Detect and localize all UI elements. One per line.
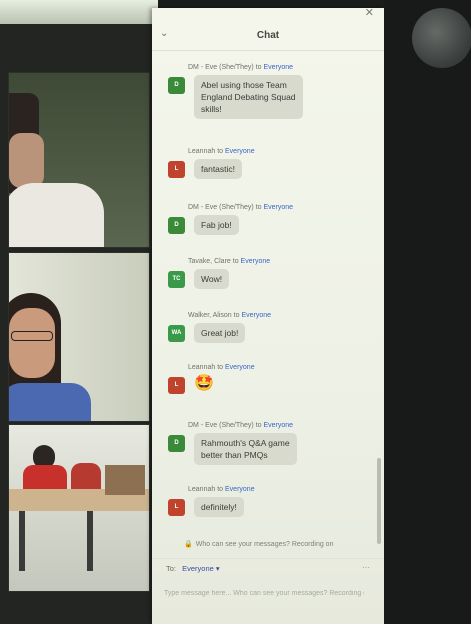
avatar: L [168, 499, 185, 516]
to-word: to [217, 364, 224, 371]
privacy-note-text: Who can see your messages? Recording on [195, 541, 334, 548]
chat-message: DM - Eve (She/They) to Everyone D Abel usi… [160, 64, 360, 119]
privacy-note[interactable]: 🔒 Who can see your messages? Recording on [184, 540, 333, 548]
recipient-name: Everyone [240, 258, 271, 265]
recipient-row: To: Everyone ▾ [166, 564, 220, 573]
sender-name: Walker, Alison [188, 312, 232, 319]
avatar: D [168, 217, 185, 234]
message-text: Wow! [201, 274, 223, 284]
message-bubble[interactable]: definitely! [194, 497, 244, 517]
chat-message: Leannah to Everyone Lfantastic! [160, 148, 360, 179]
sender-name: DM - Eve (She/They) [188, 204, 254, 211]
avatar: D [168, 435, 185, 452]
to-word: to [255, 64, 262, 71]
message-text: Fab job! [201, 220, 232, 230]
message-meta: DM - Eve (She/They) to Everyone [188, 204, 360, 211]
recipient-name: Everyone [225, 148, 255, 155]
message-meta: Tavake, Clare to Everyone [188, 258, 360, 265]
chat-message: DM - Eve (She/They) to Everyone D Fab job! [160, 204, 360, 235]
message-text: definitely! [201, 502, 237, 512]
chat-message: Tavake, Clare to Everyone TC Wow! [160, 258, 360, 289]
scrollbar[interactable] [377, 458, 381, 544]
to-word: to [233, 312, 240, 319]
message-text: fantastic! [201, 164, 236, 174]
chat-header: ⌄ Chat ✕ [152, 6, 384, 51]
message-meta: Leannah to Everyone [188, 486, 360, 493]
message-bubble[interactable]: fantastic! [194, 159, 243, 179]
sender-name: DM - Eve (She/They) [188, 422, 254, 429]
chat-panel: ⌄ Chat ✕ DM - Eve (She/They) to Everyone… [152, 6, 384, 624]
to-word: to [232, 258, 239, 265]
divider [152, 558, 384, 559]
recipient-name: Everyone [225, 486, 255, 493]
video-tile-participant-2[interactable] [8, 252, 150, 422]
video-tile-classroom[interactable] [8, 424, 150, 592]
message-bubble[interactable]: Wow! [194, 269, 230, 289]
recipient-name: Everyone [241, 312, 272, 319]
avatar: D [168, 77, 185, 94]
message-text: better than PMQs [201, 450, 268, 460]
avatar: TC [168, 271, 185, 288]
to-word: to [255, 422, 262, 429]
message-meta: Leannah to Everyone [188, 148, 360, 155]
message-bubble[interactable]: Rahmouth's Q&A game better than PMQs [194, 433, 297, 465]
message-meta: Leannah to Everyone [188, 364, 360, 371]
message-bubble[interactable]: Great job! [194, 323, 246, 343]
message-meta: DM - Eve (She/They) to Everyone [188, 64, 360, 71]
avatar: L [168, 377, 185, 394]
globe-icon [412, 8, 471, 68]
close-icon[interactable]: ✕ [365, 6, 374, 19]
video-gallery [0, 0, 158, 624]
message-text: Great job! [201, 328, 239, 338]
message-input[interactable] [164, 578, 364, 608]
lock-icon: 🔒 [184, 541, 193, 548]
message-bubble[interactable]: Abel using those Team England Debating Sq… [194, 75, 303, 119]
chat-message: Leannah to Everyone Ldefinitely! [160, 486, 360, 517]
message-text: skills! [201, 104, 222, 114]
more-options-icon[interactable]: ⋯ [362, 563, 370, 572]
recipient-name: Everyone [263, 64, 294, 71]
to-word: to [217, 486, 224, 493]
recipient-name: Everyone [263, 204, 294, 211]
to-word: to [217, 148, 224, 155]
avatar: L [168, 161, 185, 178]
sender-name: Leannah [188, 364, 216, 371]
recipient-select[interactable]: Everyone ▾ [182, 564, 220, 573]
message-bubble[interactable]: Fab job! [194, 215, 239, 235]
sender-name: Leannah [188, 148, 216, 155]
message-text: England Debating Squad [201, 92, 296, 102]
screen-glare [0, 0, 158, 24]
message-meta: DM - Eve (She/They) to Everyone [188, 422, 360, 429]
recipient-name: Everyone [263, 422, 294, 429]
to-label: To: [166, 564, 177, 573]
avatar: WA [168, 325, 185, 342]
message-text: Abel using those Team [201, 80, 287, 90]
sender-name: Tavake, Clare [188, 258, 231, 265]
chat-title: Chat [256, 30, 280, 41]
chat-message: Walker, Alison to Everyone WA Great job! [160, 312, 360, 343]
message-text: Rahmouth's Q&A game [201, 438, 290, 448]
recipient-name: Everyone [225, 364, 255, 371]
background-area [384, 0, 471, 624]
sender-name: DM - Eve (She/They) [188, 64, 254, 71]
sender-name: Leannah [188, 486, 216, 493]
emoji-reaction: 🤩 [194, 375, 214, 392]
to-word: to [255, 204, 262, 211]
message-meta: Walker, Alison to Everyone [188, 312, 360, 319]
chat-message: DM - Eve (She/They) to Everyone D Rahmouth… [160, 422, 360, 465]
video-tile-participant-1[interactable] [8, 72, 150, 248]
chat-message: Leannah to Everyone L 🤩 [160, 364, 360, 394]
